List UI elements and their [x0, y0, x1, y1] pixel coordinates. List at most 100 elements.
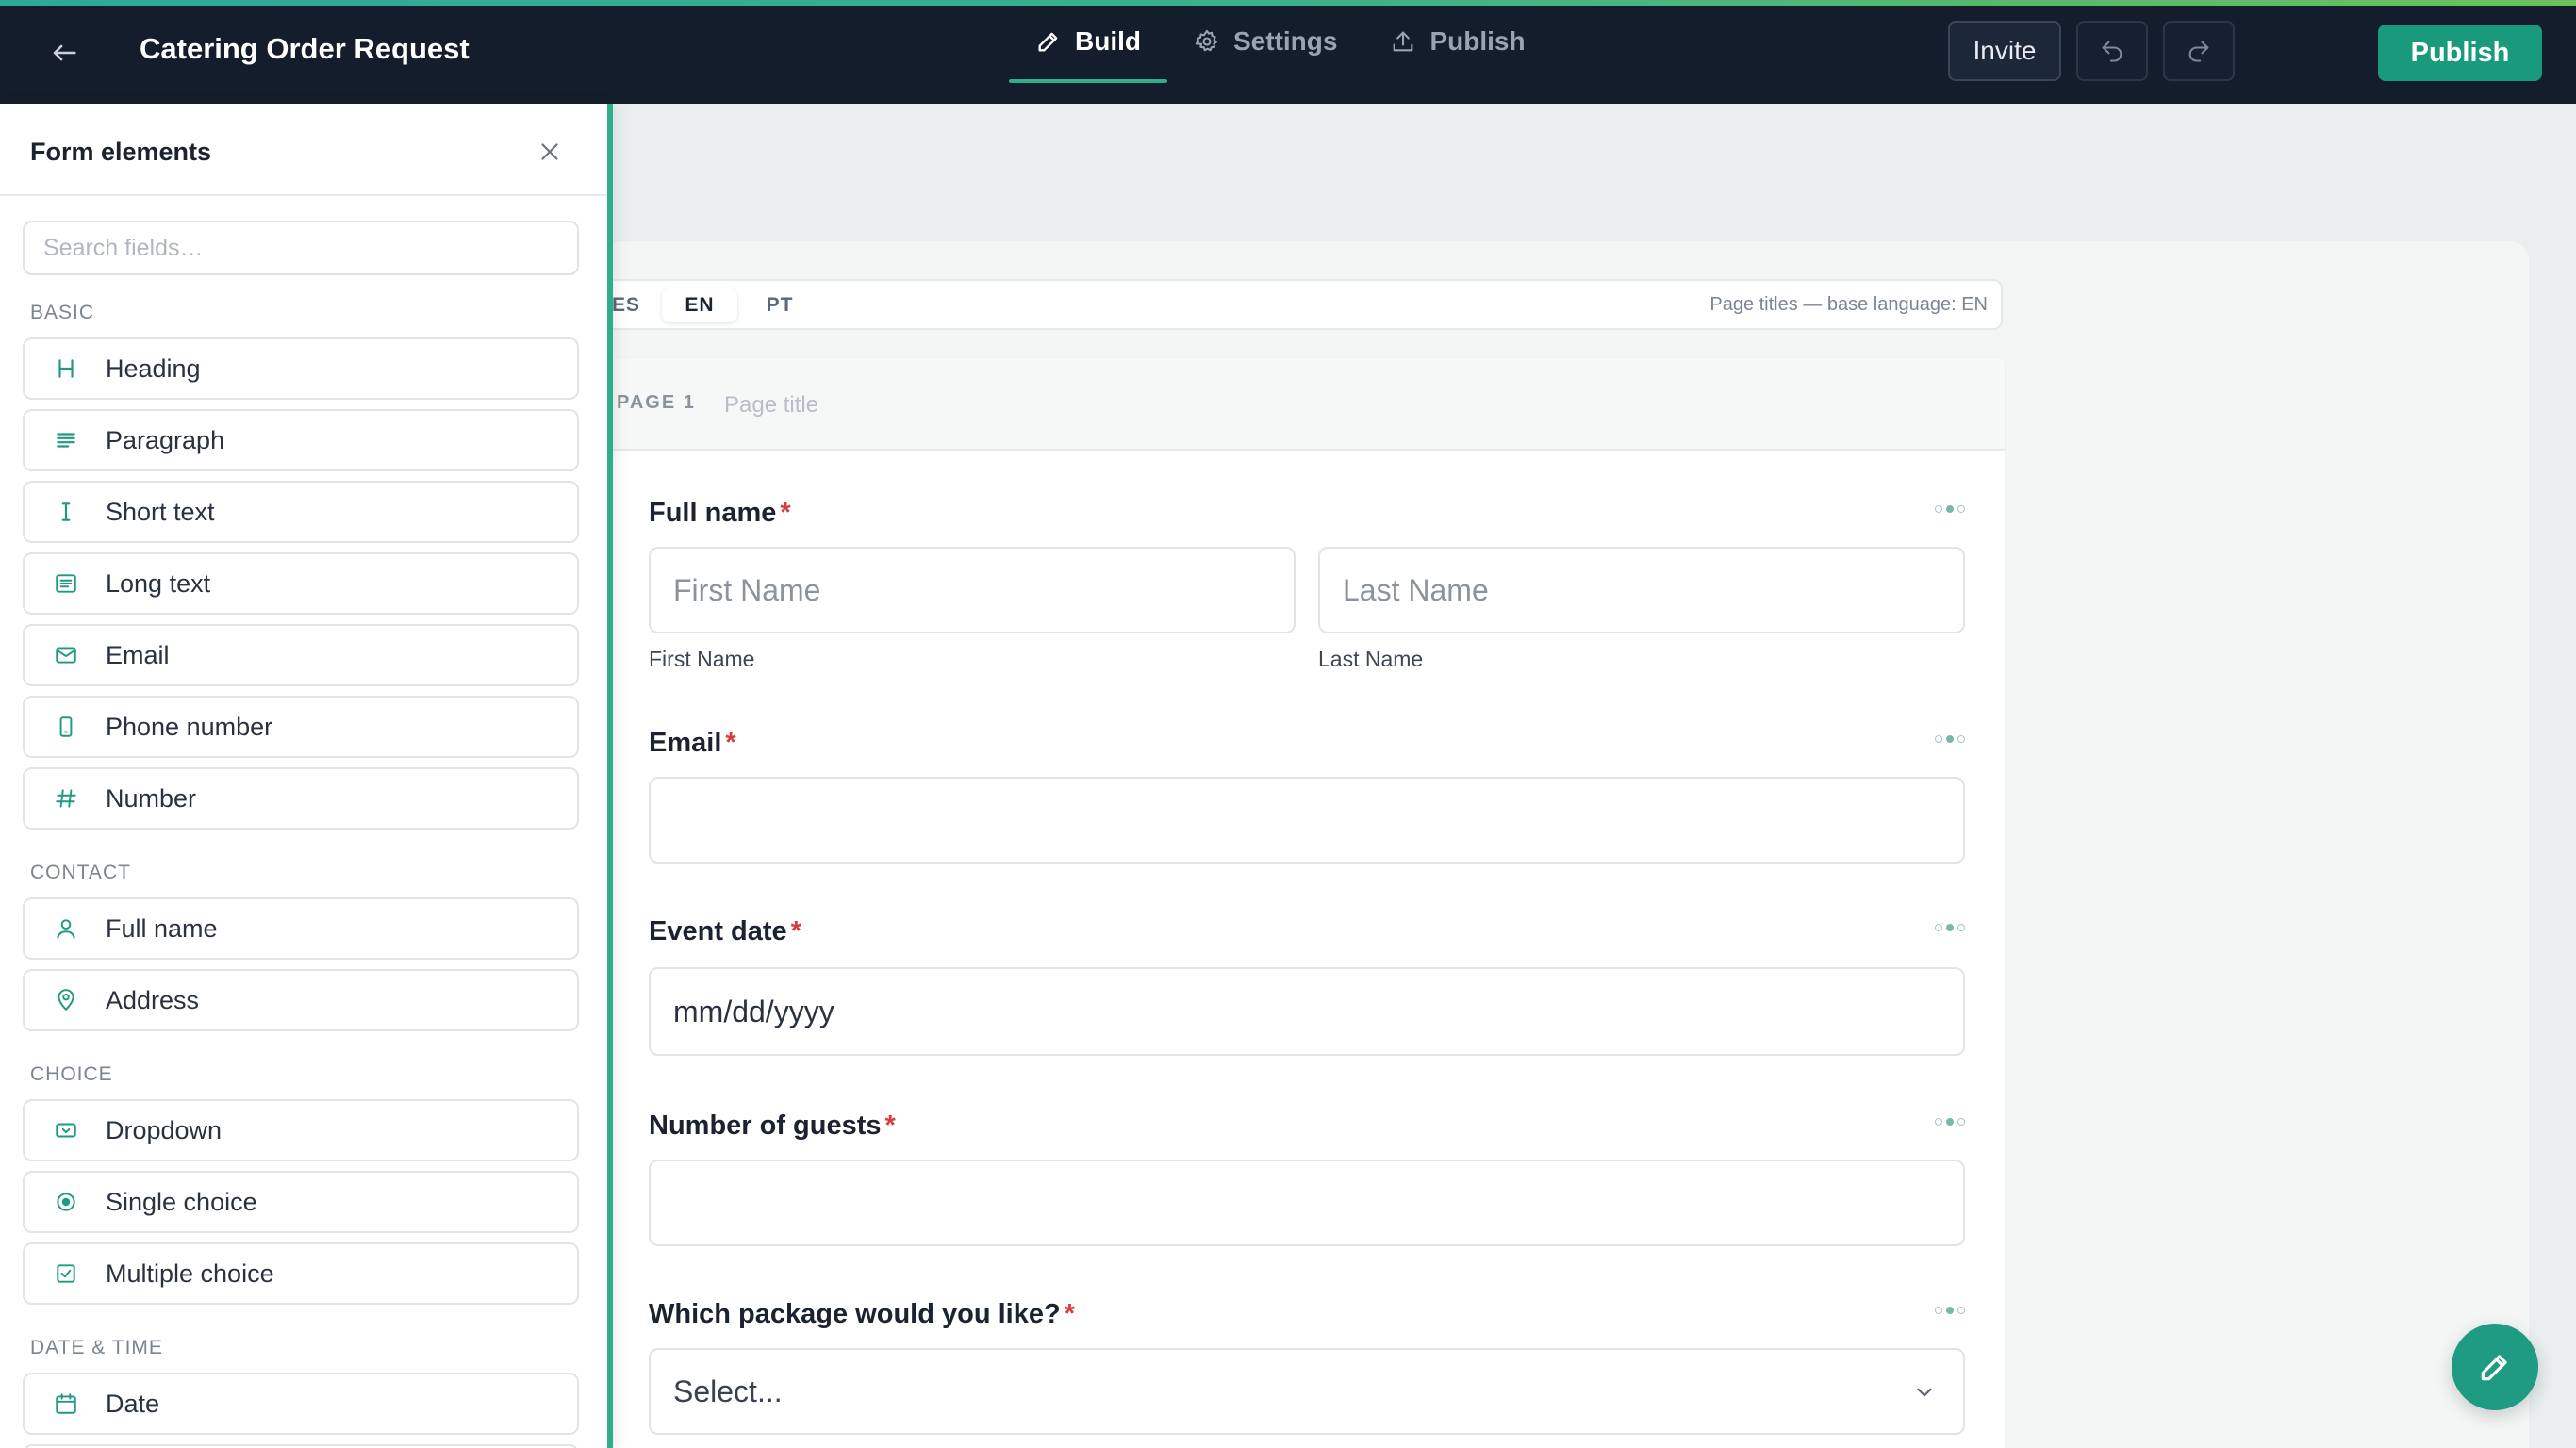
element-label: Address — [106, 985, 200, 1014]
invite-button[interactable]: Invite — [1948, 21, 2061, 81]
arrow-left-icon — [53, 44, 76, 61]
field-event-date[interactable]: Event date * mm/dd/yyyy — [649, 916, 1965, 1058]
element-label: Paragraph — [106, 425, 225, 454]
edit-fab-button[interactable] — [2452, 1324, 2538, 1410]
more-options-icon[interactable] — [1935, 1118, 1965, 1126]
event-date-input[interactable]: mm/dd/yyyy — [649, 967, 1965, 1056]
undo-icon — [2102, 41, 2122, 62]
element-label: Phone number — [106, 712, 273, 741]
field-label-text: Which package would you like? — [649, 1299, 1061, 1329]
hash-icon — [53, 785, 79, 812]
checkbox-icon — [53, 1260, 79, 1287]
text-cursor-icon — [53, 499, 79, 525]
field-label: Number of guests * — [649, 1111, 896, 1142]
search-fields-input[interactable] — [23, 221, 579, 275]
element-dropdown[interactable]: Dropdown — [23, 1099, 579, 1161]
language-note: Page titles — base language: EN — [1709, 294, 1988, 315]
gear-icon — [1195, 29, 1217, 52]
section-label-choice: CHOICE — [30, 1063, 113, 1085]
first-name-sublabel: First Name — [649, 647, 755, 671]
radio-icon — [53, 1189, 79, 1215]
dropdown-icon — [53, 1117, 79, 1144]
more-options-icon[interactable] — [1935, 1307, 1965, 1314]
field-label: Which package would you like? * — [649, 1299, 1075, 1330]
field-label: Full name * — [649, 498, 791, 529]
section-label-basic: BASIC — [30, 302, 95, 323]
section-label-date-time: DATE & TIME — [30, 1337, 163, 1358]
form-elements-panel: Form elements BASIC Heading Paragraph Sh… — [0, 104, 613, 1448]
panel-header: Form elements — [0, 104, 607, 196]
select-placeholder: Select... — [673, 1374, 783, 1408]
package-select[interactable]: Select... — [649, 1348, 1965, 1435]
required-marker: * — [790, 916, 801, 946]
back-button[interactable] — [45, 34, 83, 72]
pencil-icon — [2481, 1355, 2507, 1381]
field-label-text: Full name — [649, 498, 777, 528]
tab-build[interactable]: Build — [1009, 0, 1167, 83]
required-marker: * — [780, 498, 791, 528]
tab-settings[interactable]: Settings — [1167, 0, 1363, 83]
guests-input[interactable] — [649, 1160, 1965, 1246]
required-marker: * — [1064, 1299, 1075, 1329]
field-label-text: Number of guests — [649, 1111, 882, 1141]
element-paragraph[interactable]: Paragraph — [23, 409, 579, 471]
publish-button[interactable]: Publish — [2378, 25, 2542, 81]
element-number[interactable]: Number — [23, 767, 579, 830]
last-name-sublabel: Last Name — [1318, 647, 1424, 671]
email-input[interactable] — [649, 777, 1965, 864]
element-long-text[interactable]: Long text — [23, 552, 579, 615]
element-phone-number[interactable]: Phone number — [23, 696, 579, 758]
form-title: Catering Order Request — [140, 32, 470, 65]
language-pt[interactable]: PT — [747, 288, 813, 322]
last-name-placeholder: Last Name — [1343, 572, 1489, 607]
more-options-icon[interactable] — [1935, 735, 1965, 743]
element-label: Full name — [106, 913, 218, 943]
section-label-contact: CONTACT — [30, 862, 131, 883]
close-icon[interactable] — [536, 138, 564, 166]
element-label: Date — [106, 1389, 160, 1418]
element-label: Dropdown — [106, 1115, 223, 1144]
element-label: Short text — [106, 497, 215, 526]
element-full-name[interactable]: Full name — [23, 897, 579, 960]
page-number: PAGE 1 — [617, 392, 696, 413]
element-single-choice[interactable]: Single choice — [23, 1171, 579, 1233]
tab-publish[interactable]: Publish — [1363, 0, 1551, 83]
element-date[interactable]: Date — [23, 1373, 579, 1435]
element-label: Multiple choice — [106, 1259, 274, 1288]
page-header: PAGE 1 — [585, 358, 2005, 451]
field-number-of-guests[interactable]: Number of guests * — [649, 1111, 1965, 1252]
field-label: Event date * — [649, 916, 801, 947]
element-label: Single choice — [106, 1187, 257, 1216]
redo-icon — [2188, 41, 2209, 62]
element-address[interactable]: Address — [23, 969, 579, 1031]
page-title-input[interactable] — [724, 385, 1196, 426]
first-name-input[interactable]: First Name — [649, 547, 1296, 634]
element-short-text[interactable]: Short text — [23, 481, 579, 543]
language-en[interactable]: EN — [662, 288, 737, 322]
field-full-name[interactable]: Full name * First Name Last Name First Na… — [649, 498, 1965, 686]
mode-tabs: Build Settings Publish — [1009, 0, 1552, 104]
element-multiple-choice[interactable]: Multiple choice — [23, 1242, 579, 1305]
tab-publish-label: Publish — [1429, 26, 1526, 56]
more-options-icon[interactable] — [1935, 505, 1965, 513]
top-bar: Catering Order Request Build Settings Pu… — [0, 0, 2576, 104]
element-email[interactable]: Email — [23, 624, 579, 686]
pencil-icon — [1038, 32, 1058, 52]
field-email[interactable]: Email * — [649, 728, 1965, 869]
field-label-text: Event date — [649, 916, 787, 946]
element-label: Heading — [106, 354, 201, 383]
first-name-placeholder: First Name — [673, 572, 821, 607]
field-package[interactable]: Which package would you like? * Select... — [649, 1299, 1965, 1440]
element-heading[interactable]: Heading — [23, 337, 579, 400]
tab-build-label: Build — [1075, 26, 1141, 56]
panel-title: Form elements — [30, 138, 212, 166]
paragraph-icon — [53, 427, 79, 453]
element-label: Long text — [106, 568, 211, 598]
tab-settings-label: Settings — [1233, 26, 1338, 56]
undo-button[interactable] — [2076, 21, 2148, 81]
element-partial[interactable] — [23, 1444, 579, 1448]
last-name-input[interactable]: Last Name — [1318, 547, 1965, 634]
redo-button[interactable] — [2163, 21, 2235, 81]
mail-icon — [53, 642, 79, 668]
more-options-icon[interactable] — [1935, 924, 1965, 931]
